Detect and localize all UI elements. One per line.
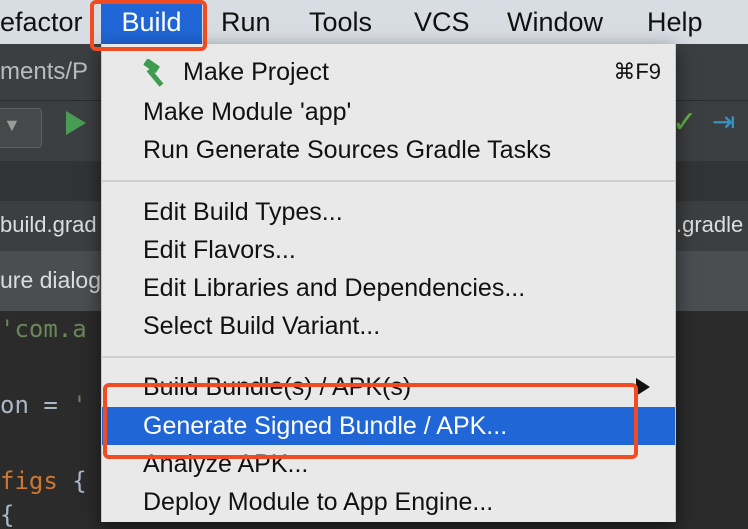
menu-item-edit-libraries[interactable]: Edit Libraries and Dependencies...: [102, 269, 675, 307]
menu-separator: [102, 180, 675, 182]
chevron-down-icon: ▼: [3, 115, 21, 135]
menu-item-deploy-module[interactable]: Deploy Module to App Engine...: [102, 483, 675, 521]
menu-item-edit-flavors[interactable]: Edit Flavors...: [102, 231, 675, 269]
code-line: on = ': [0, 391, 87, 419]
run-icon[interactable]: [66, 111, 86, 135]
menu-window[interactable]: Window: [507, 0, 603, 44]
banner-text: ure dialog: [0, 267, 102, 293]
menu-tools[interactable]: Tools: [309, 0, 372, 44]
shortcut-label: ⌘F9: [613, 59, 661, 84]
run-config-combo[interactable]: ▼: [0, 108, 42, 148]
menu-run[interactable]: Run: [221, 0, 271, 44]
highlight-build-menu: [90, 0, 207, 51]
menu-item-run-generate-sources[interactable]: Run Generate Sources Gradle Tasks: [102, 131, 675, 169]
menu-help[interactable]: Help: [647, 0, 703, 44]
code-line: figs {: [0, 467, 87, 495]
menu-item-select-build-variant[interactable]: Select Build Variant...: [102, 307, 675, 345]
menu-separator: [102, 356, 675, 358]
menu-item-make-module[interactable]: Make Module 'app': [102, 93, 675, 131]
menu-item-edit-build-types[interactable]: Edit Build Types...: [102, 193, 675, 231]
menu-refactor[interactable]: efactor: [0, 0, 83, 44]
submenu-arrow-icon: [636, 378, 650, 396]
menu-item-make-project[interactable]: Make Project ⌘F9: [102, 53, 675, 91]
menu-vcs[interactable]: VCS: [414, 0, 470, 44]
tab-gradle-project[interactable]: .gradle (: [676, 212, 748, 238]
hammer-icon: [143, 59, 164, 87]
breadcrumb-path[interactable]: ments/P: [0, 58, 88, 86]
highlight-generate-signed: [103, 383, 638, 459]
code-line: {: [0, 501, 15, 529]
code-line: 'com.a: [0, 315, 87, 343]
vcs-update-icon[interactable]: ⇥: [712, 105, 735, 138]
tab-build-gradle[interactable]: build.grad: [0, 212, 97, 238]
